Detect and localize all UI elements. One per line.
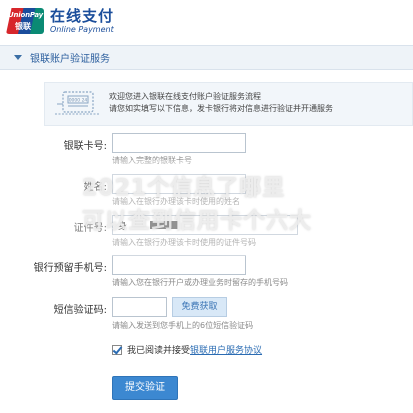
collapse-arrow-icon[interactable] xyxy=(14,55,22,60)
submit-button[interactable]: 提交验证 xyxy=(112,376,178,400)
phone-label: 银行预留手机号: xyxy=(33,263,107,274)
unionpay-logo: UnionPay 银联 在线支付 Online Payment xyxy=(6,8,114,34)
notice-line-1: 欢迎您进入银联在线支付账户验证服务流程 xyxy=(109,92,261,101)
notice-line-2: 请您如实填写以下信息，发卡银行将对信息进行验证并开通服务 xyxy=(109,104,333,113)
phone-hint: 请输入您在银行开户或办理业务时留存的手机号码 xyxy=(112,278,288,287)
svg-text:0000 24: 0000 24 xyxy=(69,98,88,104)
logo-title: 在线支付 xyxy=(50,6,115,25)
service-agreement-link[interactable]: 银联用户服务协议 xyxy=(190,343,262,356)
page-header: UnionPay 银联 在线支付 Online Payment xyxy=(0,0,413,40)
sms-code-label: 短信验证码: xyxy=(53,305,107,316)
card-number-hint: 请输入完整的银联卡号 xyxy=(112,156,192,165)
agreement-row: 我已阅读并接受 银联用户服务协议 xyxy=(112,343,262,356)
card-number-label: 银联卡号: xyxy=(63,141,107,152)
agreement-text: 我已阅读并接受 xyxy=(127,346,191,356)
notice-box: 0000 24 欢迎您进入银联在线支付账户验证服务流程 请您如实填写以下信息，发… xyxy=(44,82,413,126)
agreement-checkbox[interactable] xyxy=(112,344,122,355)
logo-subtitle: Online Payment xyxy=(50,24,114,34)
card-terminal-icon: 0000 24 xyxy=(55,91,99,115)
logo-badge-cn: 银联 xyxy=(15,22,31,31)
sms-code-hint: 请输入发送到您手机上的6位短信验证码 xyxy=(112,321,254,330)
unionpay-badge-icon: UnionPay 银联 xyxy=(6,8,44,34)
panel-header[interactable]: 银联账户验证服务 xyxy=(0,46,413,70)
id-number-hint: 请输入在银行办理该卡时使用的证件号码 xyxy=(112,238,256,247)
phone-input[interactable] xyxy=(112,255,246,275)
sms-code-input[interactable] xyxy=(112,297,167,317)
get-sms-code-button[interactable]: 免费获取 xyxy=(172,297,227,317)
logo-badge-en: UnionPay xyxy=(8,11,44,19)
watermark-line-1: 2021个信息了哪里 xyxy=(82,176,286,201)
card-number-input[interactable] xyxy=(112,133,246,153)
watermark-line-2: 可以查到信用卡个六大 xyxy=(82,209,313,234)
panel-title: 银联账户验证服务 xyxy=(30,54,110,65)
